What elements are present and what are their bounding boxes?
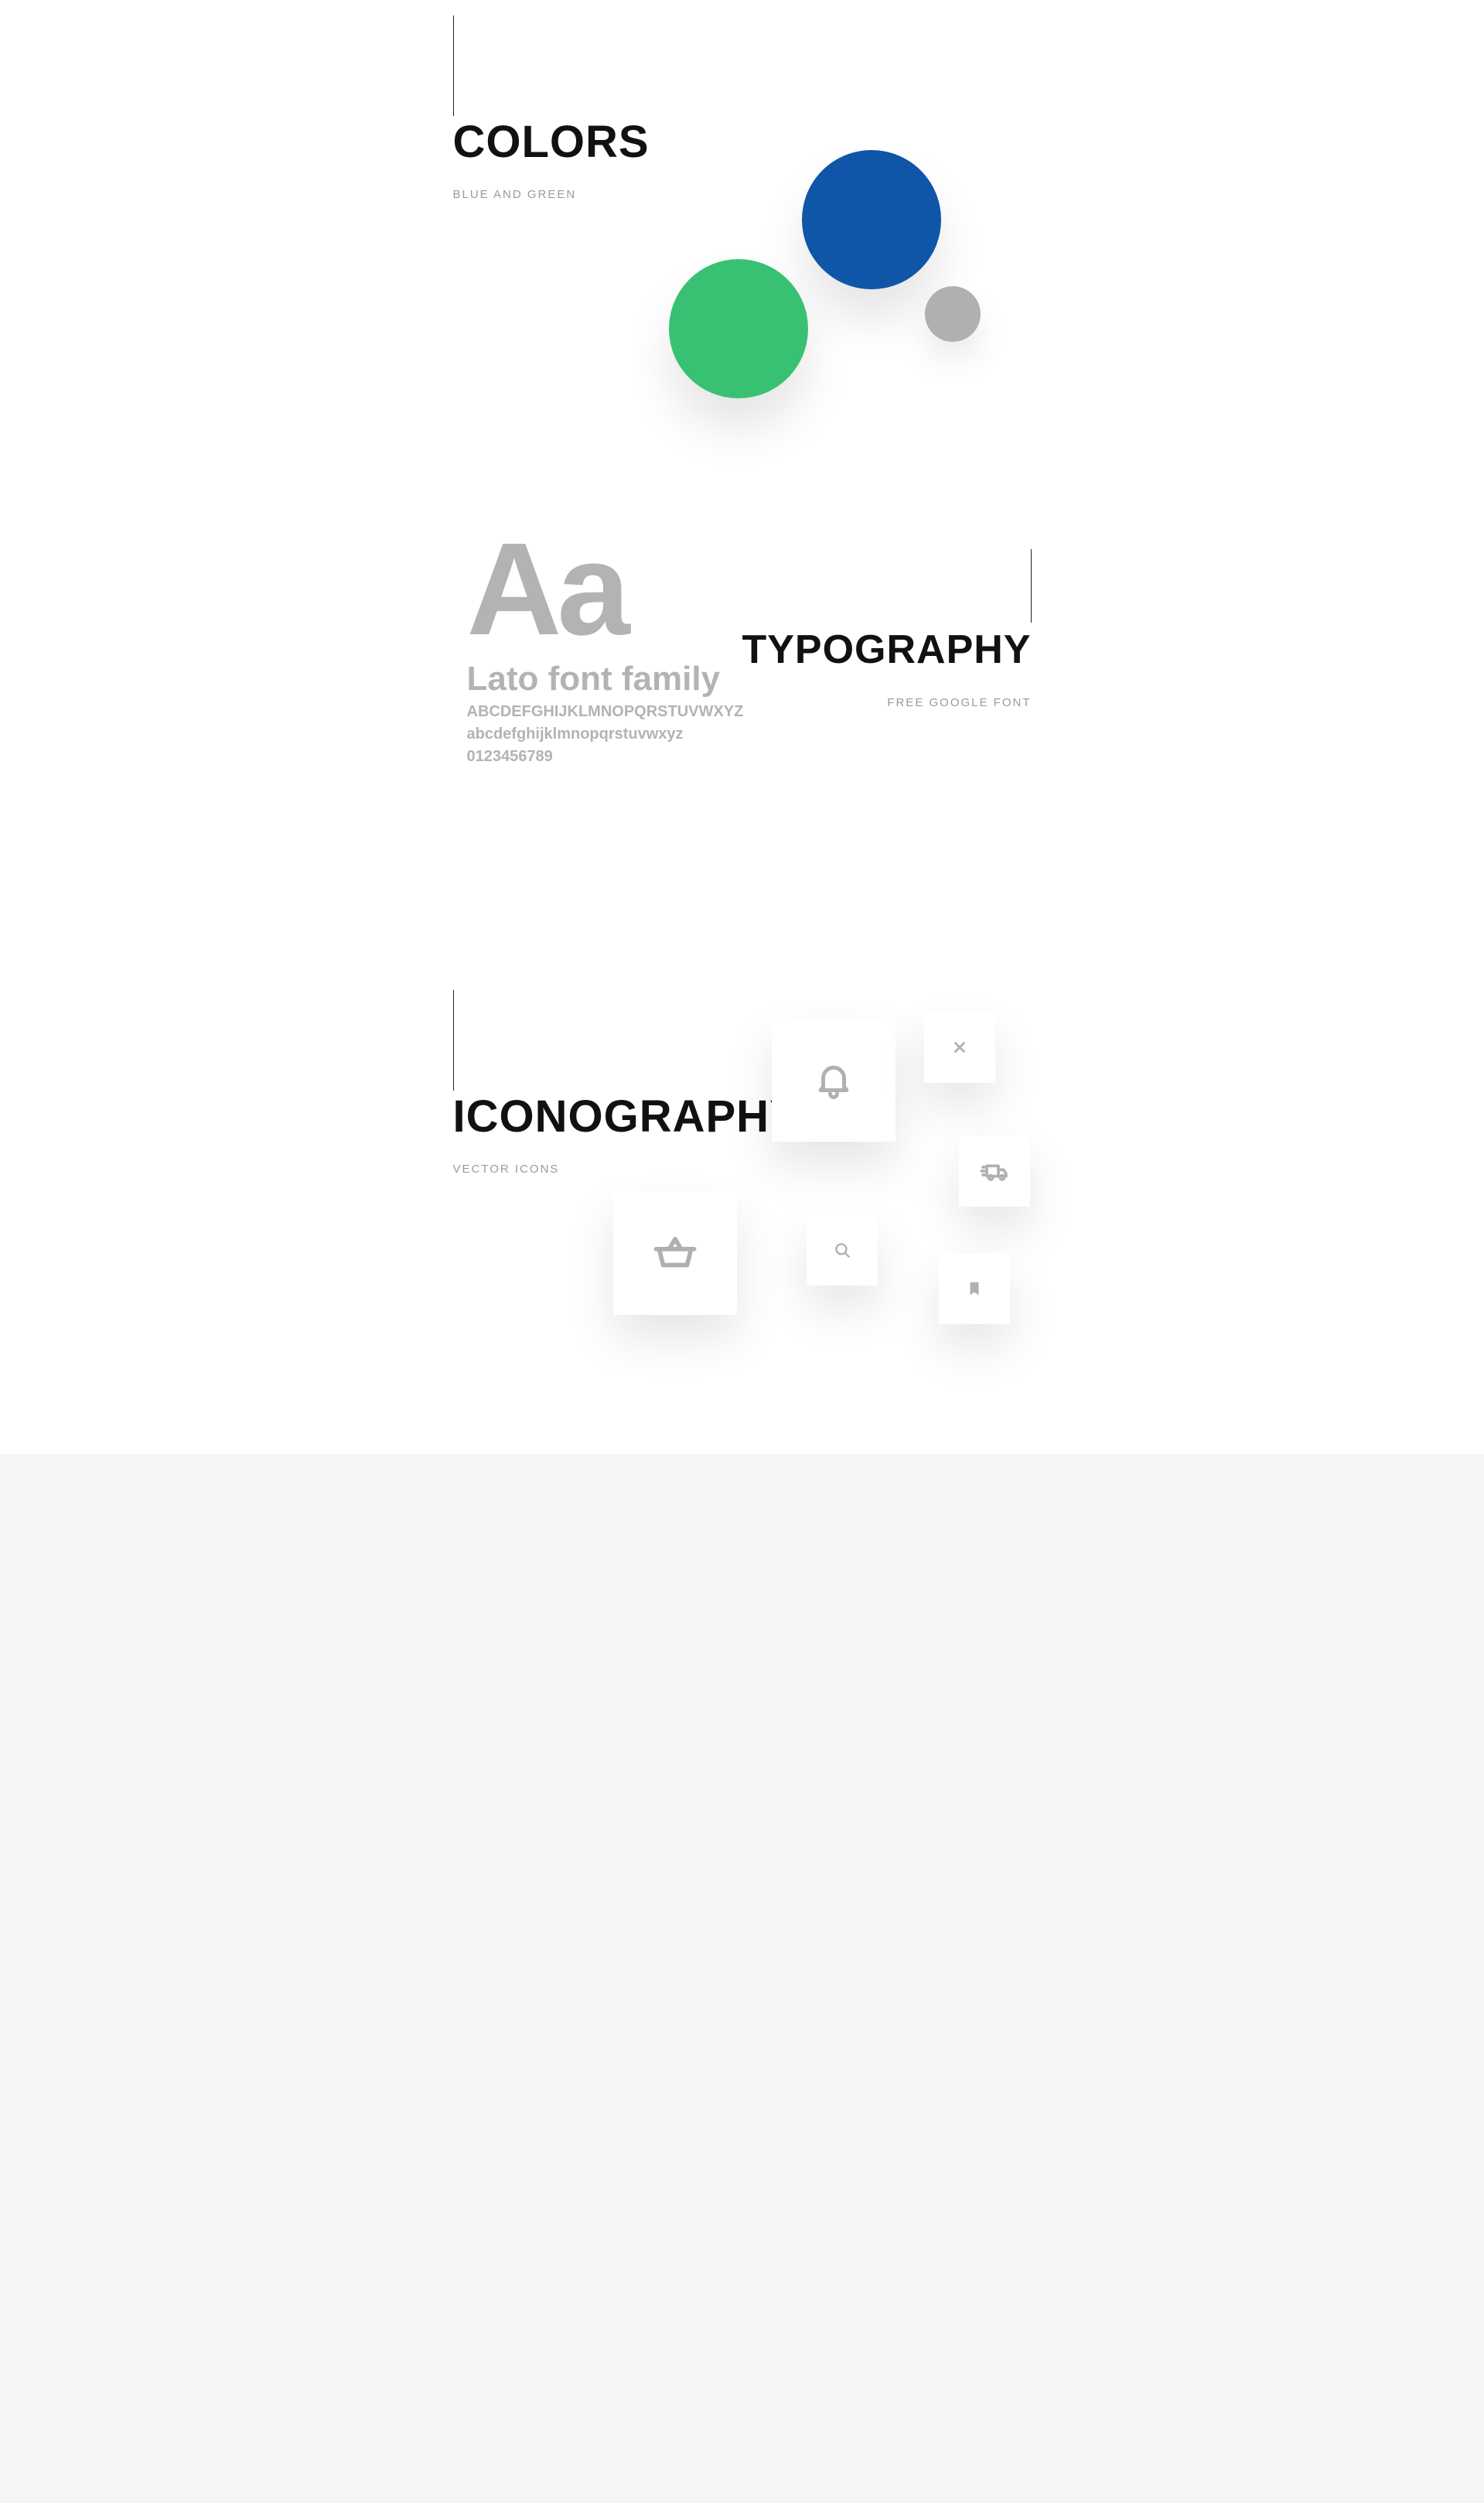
close-icon	[951, 1039, 968, 1056]
section-subtitle: FREE GOOGLE FONT	[742, 696, 1031, 709]
bookmark-icon	[966, 1279, 983, 1299]
basket-icon	[651, 1229, 699, 1277]
icon-tile-bell	[772, 1018, 896, 1142]
swatch-green	[669, 259, 808, 398]
truck-icon	[979, 1156, 1010, 1187]
glyphs-digits: 0123456789	[467, 748, 792, 766]
icon-tile-basket	[613, 1191, 737, 1315]
search-icon	[832, 1240, 852, 1260]
section-heading-typography: TYPOGRAPHY FREE GOOGLE FONT	[742, 627, 1066, 709]
icon-tile-truck	[959, 1135, 1030, 1207]
icon-tile-search	[807, 1214, 878, 1286]
swatch-blue	[802, 150, 941, 289]
section-subtitle: VECTOR ICONS	[453, 1163, 800, 1176]
icon-tile-bookmark	[939, 1253, 1010, 1324]
bell-icon	[813, 1059, 855, 1101]
iconography-section: ICONOGRAPHY VECTOR ICONS	[418, 990, 1067, 1377]
section-heading-colors: COLORS BLUE AND GREEN	[418, 116, 1067, 201]
colors-section: COLORS BLUE AND GREEN	[418, 116, 1067, 441]
icon-tile-close	[924, 1012, 995, 1083]
section-title: COLORS	[453, 116, 1067, 168]
typography-section: Aa Lato font family ABCDEFGHIJKLMNOPQRST…	[418, 534, 1067, 866]
section-heading-iconography: ICONOGRAPHY VECTOR ICONS	[418, 1091, 800, 1176]
section-subtitle: BLUE AND GREEN	[453, 188, 1067, 201]
section-title: TYPOGRAPHY	[742, 627, 1031, 673]
swatch-grey	[925, 286, 981, 342]
glyphs-lower: abcdefghijklmnopqrstuvwxyz	[467, 726, 792, 743]
section-title: ICONOGRAPHY	[453, 1091, 800, 1142]
